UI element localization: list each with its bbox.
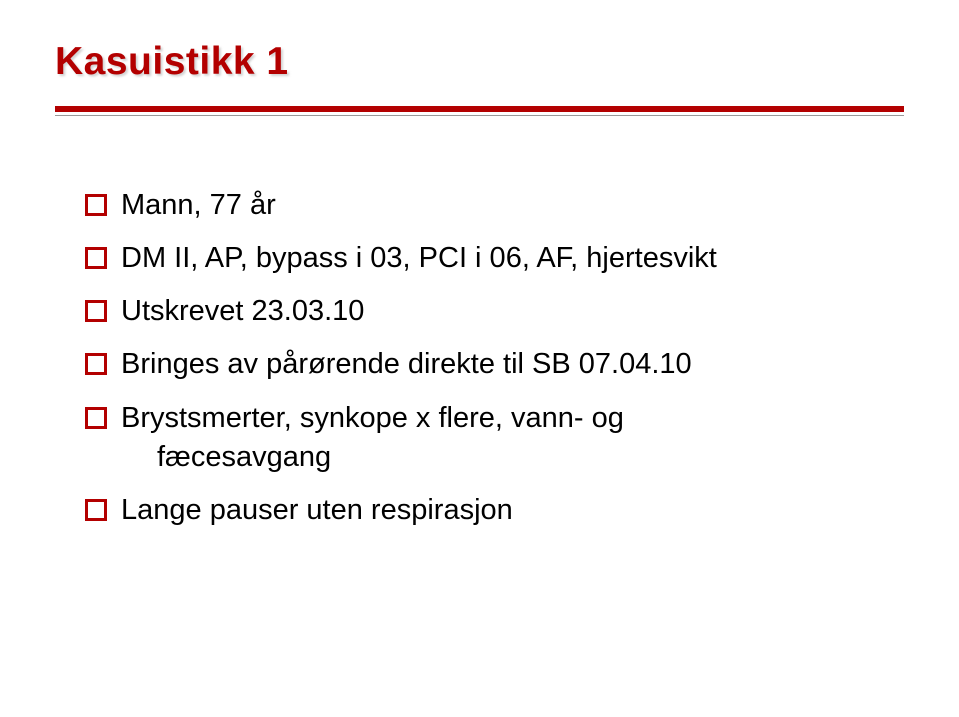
list-item: DM II, AP, bypass i 03, PCI i 06, AF, hj… bbox=[85, 239, 904, 278]
bullet-text: Lange pauser uten respirasjon bbox=[121, 491, 904, 530]
square-bullet-icon bbox=[85, 194, 107, 216]
list-item: Lange pauser uten respirasjon bbox=[85, 491, 904, 530]
bullet-text: Bringes av pårørende direkte til SB 07.0… bbox=[121, 345, 904, 384]
square-bullet-icon bbox=[85, 353, 107, 375]
divider-thin bbox=[55, 115, 904, 116]
list-item: Brystsmerter, synkope x flere, vann- og … bbox=[85, 399, 904, 477]
bullet-line2: fæcesavgang bbox=[121, 438, 904, 477]
bullet-text: Brystsmerter, synkope x flere, vann- og … bbox=[121, 399, 904, 477]
list-item: Bringes av pårørende direkte til SB 07.0… bbox=[85, 345, 904, 384]
bullet-text: DM II, AP, bypass i 03, PCI i 06, AF, hj… bbox=[121, 239, 904, 278]
square-bullet-icon bbox=[85, 300, 107, 322]
square-bullet-icon bbox=[85, 407, 107, 429]
bullet-text: Utskrevet 23.03.10 bbox=[121, 292, 904, 331]
slide-title: Kasuistikk 1 bbox=[55, 40, 904, 84]
slide: Kasuistikk 1 Mann, 77 år DM II, AP, bypa… bbox=[0, 0, 959, 717]
list-item: Utskrevet 23.03.10 bbox=[85, 292, 904, 331]
list-item: Mann, 77 år bbox=[85, 186, 904, 225]
bullet-list: Mann, 77 år DM II, AP, bypass i 03, PCI … bbox=[55, 186, 904, 530]
square-bullet-icon bbox=[85, 247, 107, 269]
divider-thick bbox=[55, 106, 904, 112]
bullet-text: Mann, 77 år bbox=[121, 186, 904, 225]
square-bullet-icon bbox=[85, 499, 107, 521]
bullet-line1: Brystsmerter, synkope x flere, vann- og bbox=[121, 402, 624, 434]
